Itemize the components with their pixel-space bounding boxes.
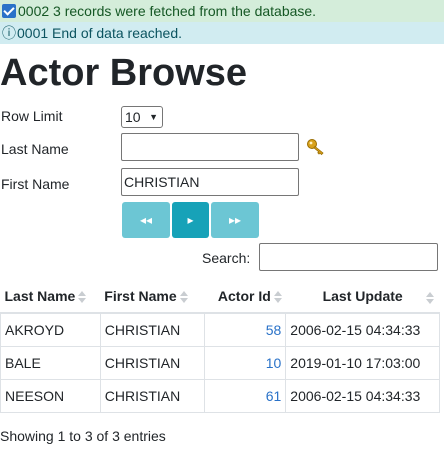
cell-actor-id-link[interactable]: 10: [203, 345, 287, 380]
last-name-label: Last Name: [1, 141, 69, 157]
table-row[interactable]: BALE CHRISTIAN 10 2019-01-10 17:03:00: [0, 345, 440, 380]
first-page-button[interactable]: ◂◂: [122, 202, 170, 238]
success-message: 0002 3 records were fetched from the dat…: [0, 0, 444, 22]
sort-icon: [273, 291, 282, 304]
table-row[interactable]: AKROYD CHRISTIAN 58 2006-02-15 04:34:33: [0, 312, 440, 347]
first-name-field[interactable]: CHRISTIAN: [121, 168, 299, 196]
cell-actor-id-link[interactable]: 61: [203, 378, 287, 413]
page-title: Actor Browse: [0, 52, 248, 94]
last-name-field[interactable]: [121, 133, 299, 161]
cell-first-name: CHRISTIAN: [99, 312, 205, 347]
cell-last-update: 2006-02-15 04:34:33: [285, 312, 440, 347]
info-icon: ⓘ: [2, 25, 16, 41]
row-limit-select[interactable]: 10 ▼: [121, 106, 163, 128]
column-header-first-name[interactable]: First Name: [100, 280, 205, 314]
cell-first-name: CHRISTIAN: [99, 378, 205, 413]
cell-first-name: CHRISTIAN: [99, 345, 205, 380]
first-name-label: First Name: [1, 176, 70, 192]
success-message-text: 0002 3 records were fetched from the dat…: [18, 3, 317, 19]
row-limit-label: Row Limit: [1, 108, 63, 124]
search-label: Search:: [202, 250, 251, 266]
row-limit-value: 10: [125, 109, 141, 125]
table-header-row: Last Name First Name Actor Id Last Updat…: [0, 280, 440, 314]
cell-last-name: BALE: [0, 345, 101, 380]
column-header-last-update[interactable]: Last Update: [285, 280, 440, 314]
key-icon[interactable]: [306, 138, 326, 156]
cell-actor-id-link[interactable]: 58: [203, 312, 287, 347]
next-page-button[interactable]: ▸: [172, 202, 209, 238]
search-input[interactable]: [259, 243, 438, 271]
info-message-text: 0001 End of data reached.: [17, 25, 183, 41]
table-row[interactable]: NEESON CHRISTIAN 61 2006-02-15 04:34:33: [0, 378, 440, 413]
actor-table: Last Name First Name Actor Id Last Updat…: [0, 280, 440, 413]
sort-icon: [78, 291, 87, 304]
info-message: ⓘ0001 End of data reached.: [0, 22, 444, 44]
last-page-button[interactable]: ▸▸: [211, 202, 259, 238]
sort-icon: [179, 291, 188, 304]
checkbox-icon: [2, 4, 16, 18]
dropdown-arrow-icon: ▼: [149, 112, 158, 122]
cell-last-update: 2006-02-15 04:34:33: [285, 378, 440, 413]
cell-last-name: NEESON: [0, 378, 101, 413]
column-header-last-name[interactable]: Last Name: [0, 280, 101, 314]
sort-icon: [425, 292, 434, 304]
cell-last-name: AKROYD: [0, 312, 101, 347]
column-header-actor-id[interactable]: Actor Id: [204, 280, 286, 314]
cell-last-update: 2019-01-10 17:03:00: [285, 345, 440, 380]
table-summary: Showing 1 to 3 of 3 entries: [0, 428, 166, 444]
